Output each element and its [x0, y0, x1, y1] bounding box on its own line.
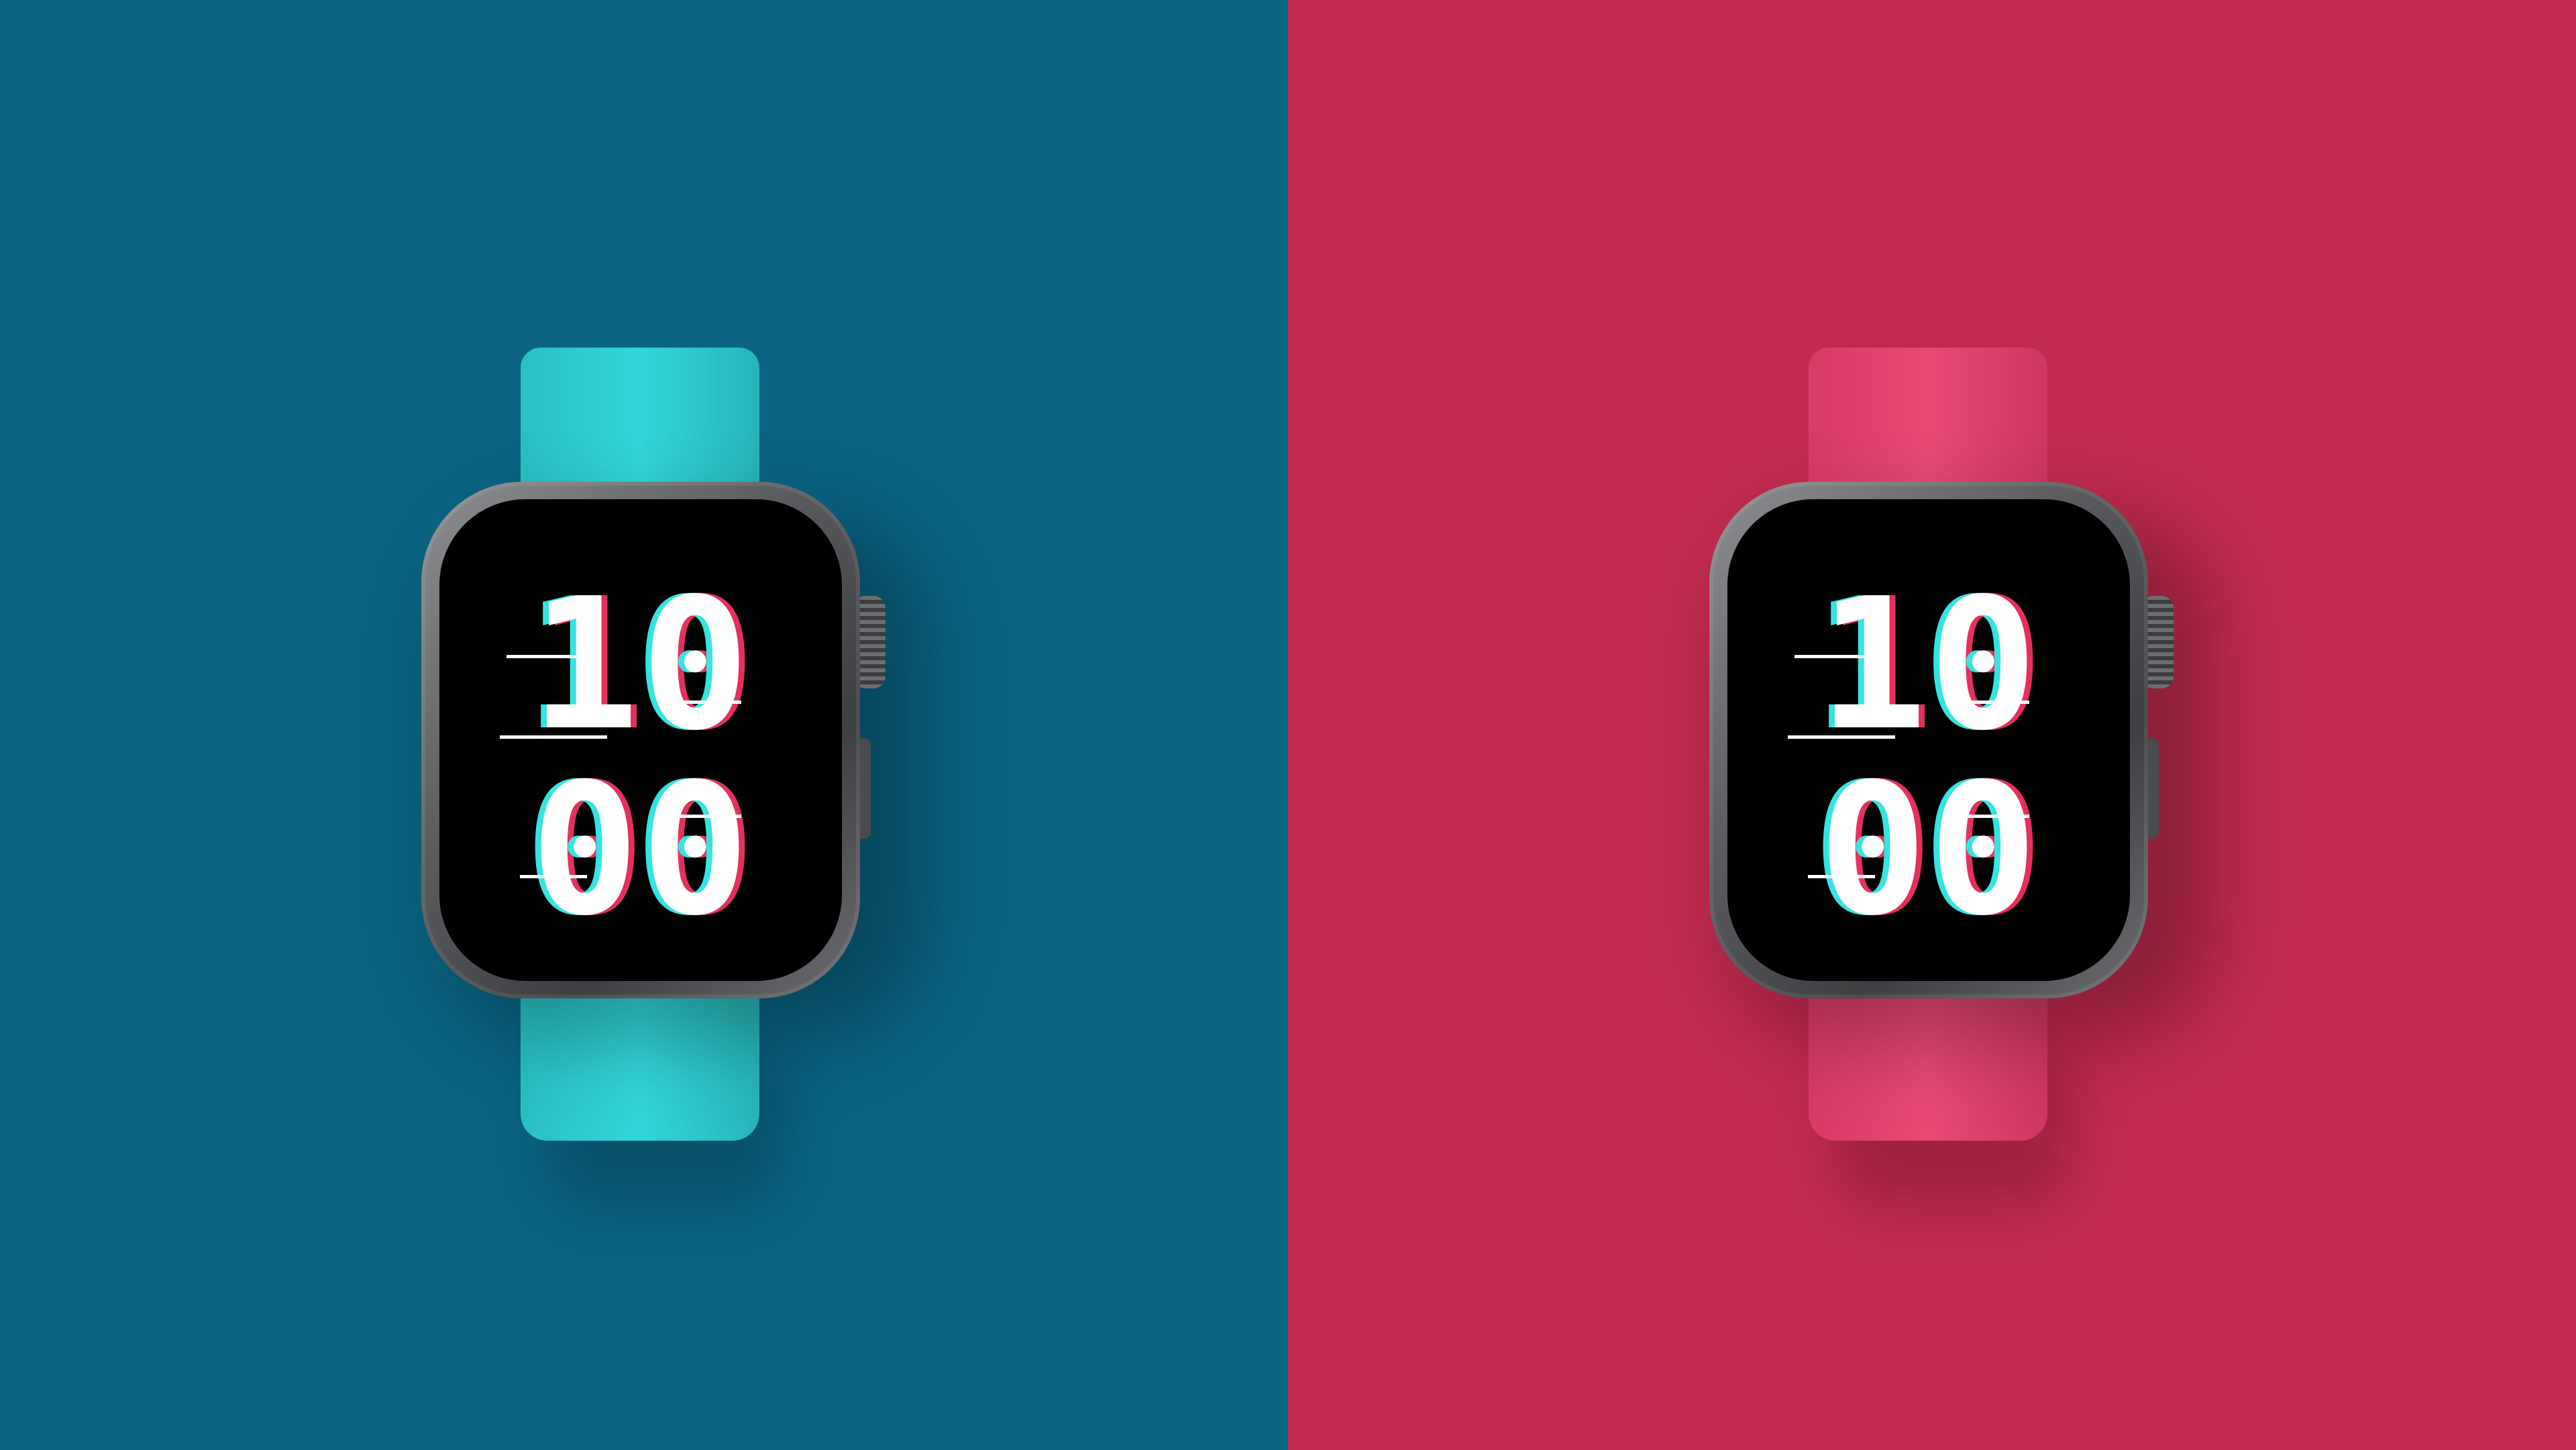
time-minutes: 00 [1818, 744, 2039, 955]
watch-screen: 10 00 [1727, 499, 2130, 981]
right-panel: 10 00 [1288, 0, 2576, 1450]
time-minutes: 00 [530, 744, 751, 955]
glitch-line [1969, 701, 2029, 704]
glitch-line [1788, 735, 1895, 739]
glitch-line [506, 655, 587, 658]
time-hours: 10 [1818, 559, 2039, 770]
left-panel: 10 00 [0, 0, 1288, 1450]
watch-screen: 10 00 [439, 499, 842, 981]
glitch-line [1949, 815, 2029, 818]
time-hours: 10 [530, 559, 751, 770]
watch-left: 10 00 [0, 0, 1288, 1450]
glitch-line [500, 735, 607, 739]
glitch-line [661, 815, 741, 818]
glitch-line [520, 875, 587, 878]
watch-right: 10 00 [1288, 0, 2576, 1450]
glitch-line [681, 701, 741, 704]
glitch-line [1794, 655, 1875, 658]
glitch-line [1808, 875, 1875, 878]
